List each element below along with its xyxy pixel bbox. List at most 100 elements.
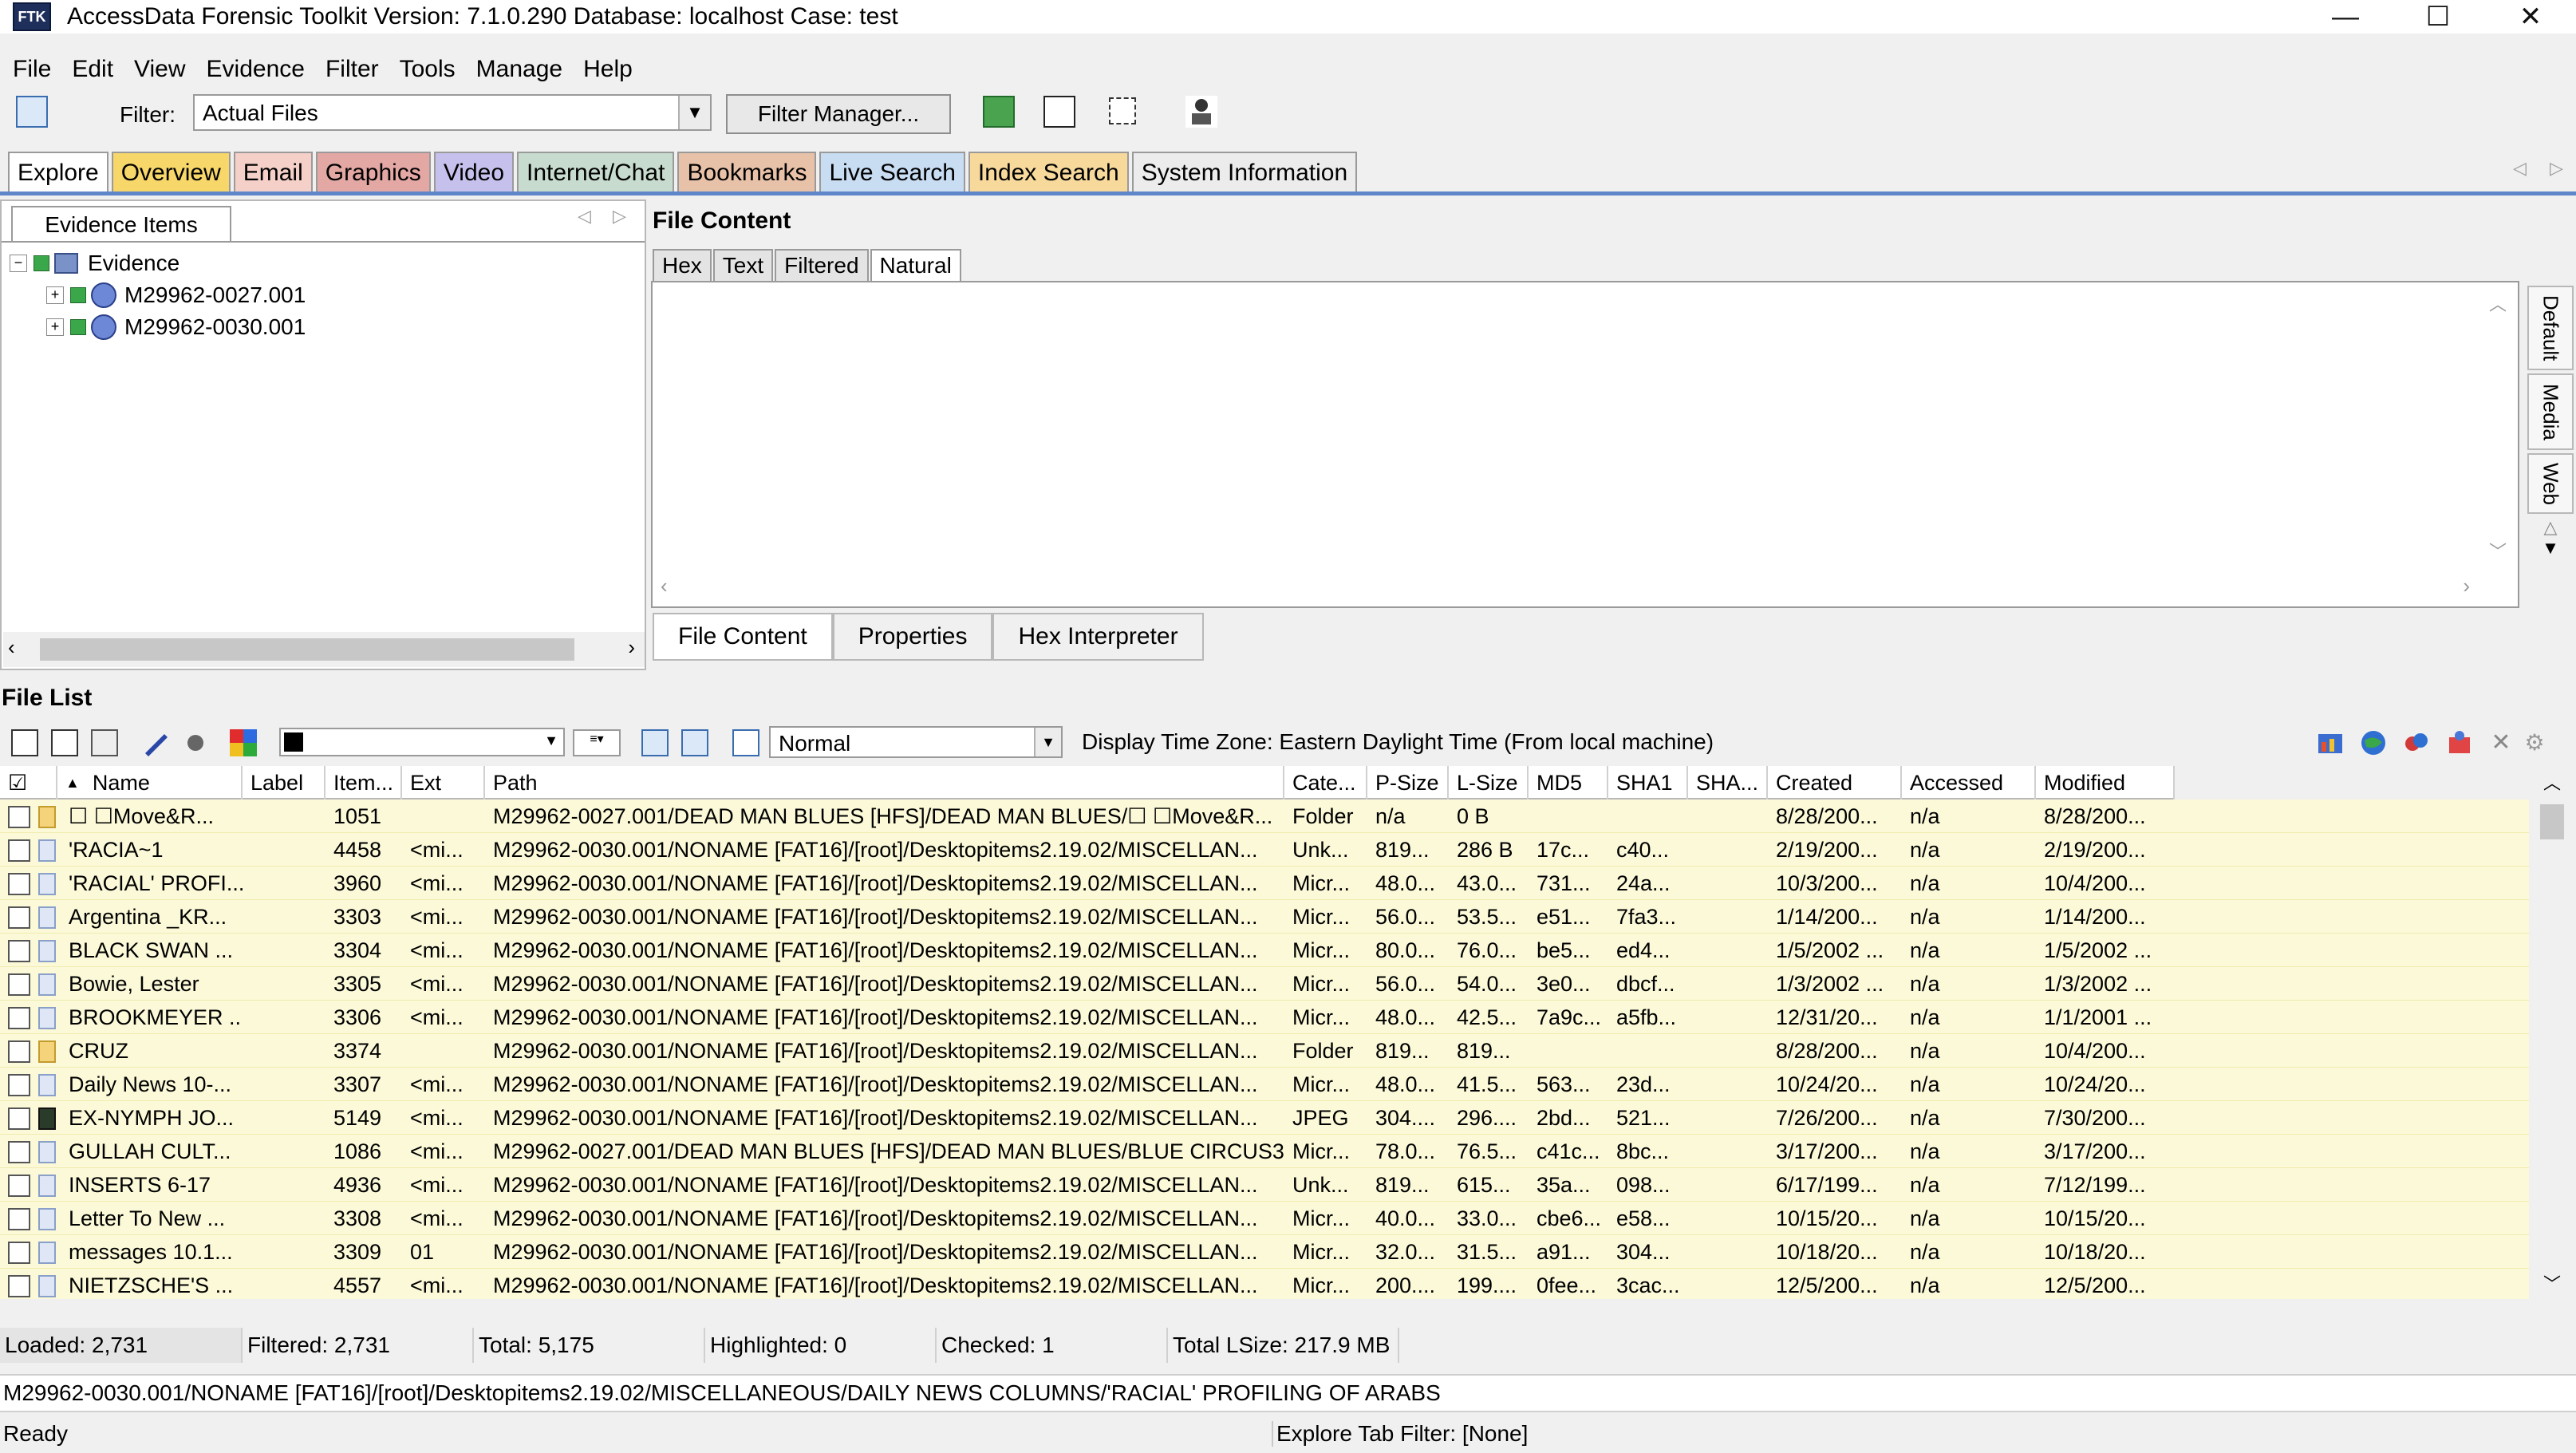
column-header-sha256[interactable]: SHA... — [1688, 766, 1768, 800]
row-checkbox[interactable] — [8, 973, 30, 996]
column-header-name[interactable]: ▲ Name — [57, 766, 243, 800]
column-header-md5[interactable]: MD5 — [1529, 766, 1608, 800]
tab-hex-interpreter[interactable]: Hex Interpreter — [992, 613, 1204, 661]
row-checkbox[interactable] — [8, 1108, 30, 1130]
row-checkbox[interactable] — [8, 806, 30, 828]
tab-graphics[interactable]: Graphics — [315, 152, 431, 193]
check-all-icon[interactable] — [11, 729, 38, 756]
column-header-category[interactable]: Cate... — [1284, 766, 1367, 800]
color-palette-icon[interactable] — [230, 729, 257, 756]
menu-edit[interactable]: Edit — [72, 56, 113, 83]
menu-file[interactable]: File — [13, 56, 51, 83]
row-checkbox[interactable] — [8, 1007, 30, 1029]
horizontal-scrollbar[interactable]: ‹ › — [3, 632, 645, 667]
tab-media[interactable]: Media — [2527, 373, 2574, 450]
table-row[interactable]: BROOKMEYER ... 3306 <mi... M29962-0030.001/… — [0, 1001, 2529, 1034]
scroll-left-icon[interactable]: ‹ — [8, 635, 15, 660]
row-checkbox[interactable] — [8, 940, 30, 962]
column-header-modified[interactable]: Modified — [2036, 766, 2175, 800]
tab-scroll-left-icon[interactable]: ◁ — [2513, 158, 2527, 179]
chevron-down-icon[interactable]: ▼ — [678, 96, 710, 129]
settings-bug-icon[interactable] — [182, 729, 209, 756]
row-checkbox[interactable] — [8, 1074, 30, 1096]
move-icon[interactable] — [1043, 96, 1075, 128]
collapse-icon[interactable]: − — [10, 255, 27, 272]
table-row[interactable]: NIETZSCHE'S ... 4557 <mi... M29962-0030.001… — [0, 1269, 2529, 1299]
table-row[interactable]: 'RACIAL' PROFI... 3960 <mi... M29962-0030.0… — [0, 867, 2529, 900]
column-header-created[interactable]: Created — [1768, 766, 1902, 800]
chevron-down-icon[interactable]: ▼ — [544, 732, 558, 749]
scroll-up-icon[interactable]: ︿ — [2543, 769, 2561, 795]
puzzle-icon[interactable] — [2446, 729, 2473, 756]
row-checkbox[interactable] — [8, 1175, 30, 1197]
tab-evidence-items[interactable]: Evidence Items — [11, 206, 231, 243]
tab-system-information[interactable]: System Information — [1131, 152, 1358, 193]
vertical-scrollbar[interactable]: ︿ ﹀ — [2529, 766, 2574, 1299]
column-header-item[interactable]: Item... — [325, 766, 402, 800]
tab-video[interactable]: Video — [433, 152, 514, 193]
filter-select[interactable]: Actual Files ▼ — [193, 94, 712, 131]
tab-index-search[interactable]: Index Search — [968, 152, 1129, 193]
table-row[interactable]: Daily News 10-... 3307 <mi... M29962-0030.0… — [0, 1068, 2529, 1101]
scroll-right-icon[interactable]: › — [628, 635, 635, 660]
color-select[interactable]: ▼ — [279, 728, 565, 756]
tab-hex[interactable]: Hex — [653, 249, 712, 281]
tab-filtered[interactable]: Filtered — [775, 249, 869, 281]
row-checkbox[interactable] — [8, 1242, 30, 1264]
table-row[interactable]: GULLAH CULT... 1086 <mi... M29962-0027.001/… — [0, 1135, 2529, 1168]
scroll-right-icon[interactable]: › — [2463, 574, 2470, 598]
expand-icon[interactable]: + — [46, 286, 64, 304]
tab-text[interactable]: Text — [712, 249, 774, 281]
tab-default[interactable]: Default — [2527, 286, 2574, 370]
row-checkbox[interactable] — [8, 873, 30, 895]
scroll-left-icon[interactable]: ‹ — [661, 574, 668, 598]
tab-explore[interactable]: Explore — [8, 152, 108, 193]
menu-help[interactable]: Help — [583, 56, 633, 83]
chevron-down-icon[interactable]: ▼ — [1034, 728, 1061, 756]
clear-icon[interactable]: ✕ — [2487, 729, 2515, 756]
minimize-button[interactable]: — — [2299, 0, 2392, 34]
tab-overview[interactable]: Overview — [111, 152, 231, 193]
report-icon[interactable] — [681, 729, 708, 756]
check-highlighted-icon[interactable] — [51, 729, 78, 756]
table-row[interactable]: Letter To New ... 3308 <mi... M29962-0030.0… — [0, 1202, 2529, 1235]
expand-icon[interactable]: + — [46, 318, 64, 336]
tab-natural[interactable]: Natural — [870, 249, 961, 281]
menu-manage[interactable]: Manage — [476, 56, 562, 83]
row-checkbox[interactable] — [8, 1040, 30, 1063]
label-icon[interactable] — [142, 729, 169, 756]
row-checkbox[interactable] — [8, 1275, 30, 1297]
column-header-accessed[interactable]: Accessed — [1902, 766, 2036, 800]
table-row[interactable]: Argentina _KR... 3303 <mi... M29962-0030.00… — [0, 900, 2529, 934]
view-mode-select[interactable]: Normal ▼ — [769, 726, 1063, 758]
tab-internet-chat[interactable]: Internet/Chat — [517, 152, 675, 193]
panel-scroll-left-icon[interactable]: ◁ — [578, 206, 591, 227]
table-row[interactable]: CRUZ 3374 M29962-0030.001/NONAME [FAT16]/[… — [0, 1034, 2529, 1068]
menu-filter[interactable]: Filter — [325, 56, 379, 83]
user-icon[interactable] — [1185, 96, 1217, 128]
filter-wizard-icon[interactable] — [16, 96, 48, 128]
column-header-p-size[interactable]: P-Size — [1367, 766, 1449, 800]
column-header-ext[interactable]: Ext — [402, 766, 485, 800]
scroll-down-icon[interactable]: ﹀ — [2489, 538, 2507, 563]
tab-live-search[interactable]: Live Search — [819, 152, 965, 193]
gear-icon[interactable]: ⚙ — [2521, 729, 2548, 756]
cluster-icon[interactable] — [2403, 729, 2430, 756]
export-icon[interactable] — [641, 729, 669, 756]
file-content-viewer[interactable]: ︿ ﹀ ‹ › — [651, 281, 2519, 608]
menu-evidence[interactable]: Evidence — [207, 56, 305, 83]
tab-web[interactable]: Web — [2527, 453, 2574, 514]
scrollbar-thumb[interactable] — [40, 638, 574, 661]
tree-item-evidence[interactable]: − Evidence — [10, 247, 179, 279]
tab-properties[interactable]: Properties — [832, 613, 993, 661]
side-scroll-up-icon[interactable]: △ — [2527, 517, 2574, 538]
filter-manager-button[interactable]: Filter Manager... — [726, 94, 951, 134]
column-header-sha1[interactable]: SHA1 — [1608, 766, 1688, 800]
column-header-path[interactable]: Path — [485, 766, 1284, 800]
table-row[interactable]: 'RACIA~1 4458 <mi... M29962-0030.001/NONAME… — [0, 833, 2529, 867]
row-checkbox[interactable] — [8, 1208, 30, 1230]
table-row[interactable]: messages 10.1... 3309 01 M29962-0030.001/NO… — [0, 1235, 2529, 1269]
table-row[interactable]: EX-NYMPH JO... 5149 <mi... M29962-0030.001/… — [0, 1101, 2529, 1135]
go-icon[interactable] — [983, 96, 1015, 128]
table-row[interactable]: INSERTS 6-17 4936 <mi... M29962-0030.001/NO… — [0, 1168, 2529, 1202]
